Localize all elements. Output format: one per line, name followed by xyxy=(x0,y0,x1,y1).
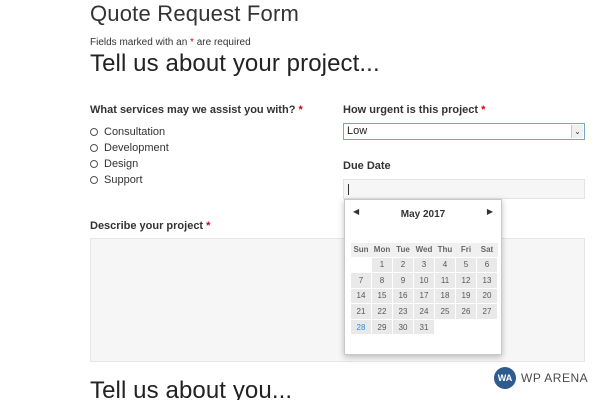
calendar-day[interactable]: 9 xyxy=(392,272,414,289)
calendar-day[interactable]: 23 xyxy=(392,303,414,320)
calendar-empty-cell xyxy=(476,318,498,336)
services-label: What services may we assist you with? * xyxy=(90,104,303,116)
calendar-day[interactable]: 28 xyxy=(350,318,372,336)
calendar-day[interactable]: 6 xyxy=(476,256,498,274)
radio-option-label: Development xyxy=(104,142,169,154)
calendar-empty-cell xyxy=(455,318,477,336)
description-label: Describe your project * xyxy=(90,220,210,232)
text-cursor xyxy=(348,184,349,195)
calendar-day[interactable]: 4 xyxy=(434,256,456,274)
calendar-empty-cell xyxy=(434,318,456,336)
chevron-down-icon[interactable]: ⌄ xyxy=(571,125,583,138)
calendar-day[interactable]: 13 xyxy=(476,272,498,289)
urgency-select[interactable]: Low ⌄ xyxy=(343,123,585,140)
calendar-day[interactable]: 7 xyxy=(350,272,372,289)
required-star: * xyxy=(481,104,486,116)
calendar-day[interactable]: 30 xyxy=(392,318,414,336)
radio-button-icon[interactable] xyxy=(90,128,98,136)
calendar-day[interactable]: 8 xyxy=(371,272,393,289)
calendar-days: 1 2 3 4 5 6 7 8 9 10 11 12 13 14 15 16 17 18 19 20 21 22 23 24 2… xyxy=(350,256,498,336)
weekday-header: Fri xyxy=(455,243,477,257)
brand-watermark: WA WP ARENA xyxy=(494,367,588,389)
project-description-textarea[interactable] xyxy=(90,238,585,362)
due-date-input[interactable] xyxy=(343,179,585,199)
calendar-week-row: 123456 xyxy=(350,256,498,274)
section-title-project: Tell us about your project... xyxy=(90,50,380,77)
description-label-text: Describe your project xyxy=(90,220,204,232)
radio-button-icon[interactable] xyxy=(90,144,98,152)
section-title-about-you: Tell us about you... xyxy=(90,377,293,400)
urgency-label-text: How urgent is this project xyxy=(343,104,479,116)
calendar-day[interactable]: 29 xyxy=(371,318,393,336)
calendar-day[interactable]: 17 xyxy=(413,287,435,305)
calendar-day[interactable]: 3 xyxy=(413,256,435,274)
calendar-day[interactable]: 10 xyxy=(413,272,435,289)
date-picker-calendar: ◀ May 2017 ▶ Sun Mon Tue Wed Thu Fri Sat… xyxy=(344,199,502,355)
calendar-day[interactable]: 1 xyxy=(371,256,393,274)
radio-button-icon[interactable] xyxy=(90,160,98,168)
weekday-header: Sun xyxy=(350,243,372,257)
calendar-day[interactable]: 25 xyxy=(434,303,456,320)
radio-option-label: Design xyxy=(104,158,139,170)
calendar-day[interactable]: 11 xyxy=(434,272,456,289)
calendar-grid: Sun Mon Tue Wed Thu Fri Sat 1 2 3 4 5 6 7 8 9 10 1… xyxy=(350,243,498,336)
required-note-suffix: are required xyxy=(193,37,251,48)
calendar-day[interactable]: 12 xyxy=(455,272,477,289)
radio-option-support[interactable]: Support xyxy=(90,172,169,188)
calendar-day[interactable]: 14 xyxy=(350,287,372,305)
calendar-week-row: 28 29 30 31 xyxy=(350,318,498,336)
required-star: * xyxy=(206,220,211,232)
radio-option-design[interactable]: Design xyxy=(90,156,169,172)
calendar-week-row: 21 22 23 24 25 26 27 xyxy=(350,303,498,320)
calendar-day[interactable]: 20 xyxy=(476,287,498,305)
weekday-header: Mon xyxy=(371,243,393,257)
services-radio-group: Consultation Development Design Support xyxy=(90,124,169,188)
calendar-day[interactable]: 19 xyxy=(455,287,477,305)
required-star: * xyxy=(298,104,303,116)
calendar-week-row: 14 15 16 17 18 19 20 xyxy=(350,287,498,305)
calendar-day[interactable]: 5 xyxy=(455,256,477,274)
calendar-day[interactable]: 31 xyxy=(413,318,435,336)
brand-name: WP ARENA xyxy=(521,371,589,385)
calendar-day[interactable]: 15 xyxy=(371,287,393,305)
calendar-month-label: May 2017 xyxy=(400,209,446,220)
due-date-label: Due Date xyxy=(343,160,391,172)
urgency-label: How urgent is this project * xyxy=(343,104,485,116)
weekday-header: Wed xyxy=(413,243,435,257)
calendar-day[interactable]: 24 xyxy=(413,303,435,320)
services-label-text: What services may we assist you with? xyxy=(90,104,296,116)
calendar-day[interactable]: 26 xyxy=(455,303,477,320)
form-title: Quote Request Form xyxy=(90,1,300,26)
required-note: Fields marked with an * are required xyxy=(90,37,251,48)
radio-option-label: Support xyxy=(104,174,143,186)
brand-logo-icon: WA xyxy=(494,367,516,389)
calendar-day[interactable]: 16 xyxy=(392,287,414,305)
calendar-day[interactable]: 2 xyxy=(392,256,414,274)
radio-option-development[interactable]: Development xyxy=(90,140,169,156)
weekday-header: Tue xyxy=(392,243,414,257)
next-month-icon[interactable]: ▶ xyxy=(487,207,493,216)
required-note-prefix: Fields marked with an xyxy=(90,37,191,48)
radio-option-label: Consultation xyxy=(104,126,166,138)
radio-option-consultation[interactable]: Consultation xyxy=(90,124,169,140)
calendar-empty-cell xyxy=(350,256,372,274)
calendar-day[interactable]: 22 xyxy=(371,303,393,320)
radio-button-icon[interactable] xyxy=(90,176,98,184)
urgency-select-value: Low xyxy=(347,125,368,137)
weekday-header: Sat xyxy=(476,243,498,257)
weekday-header: Thu xyxy=(434,243,456,257)
calendar-day[interactable]: 21 xyxy=(350,303,372,320)
calendar-day[interactable]: 27 xyxy=(476,303,498,320)
calendar-week-row: 7 8 9 10 11 12 13 xyxy=(350,272,498,289)
calendar-day[interactable]: 18 xyxy=(434,287,456,305)
